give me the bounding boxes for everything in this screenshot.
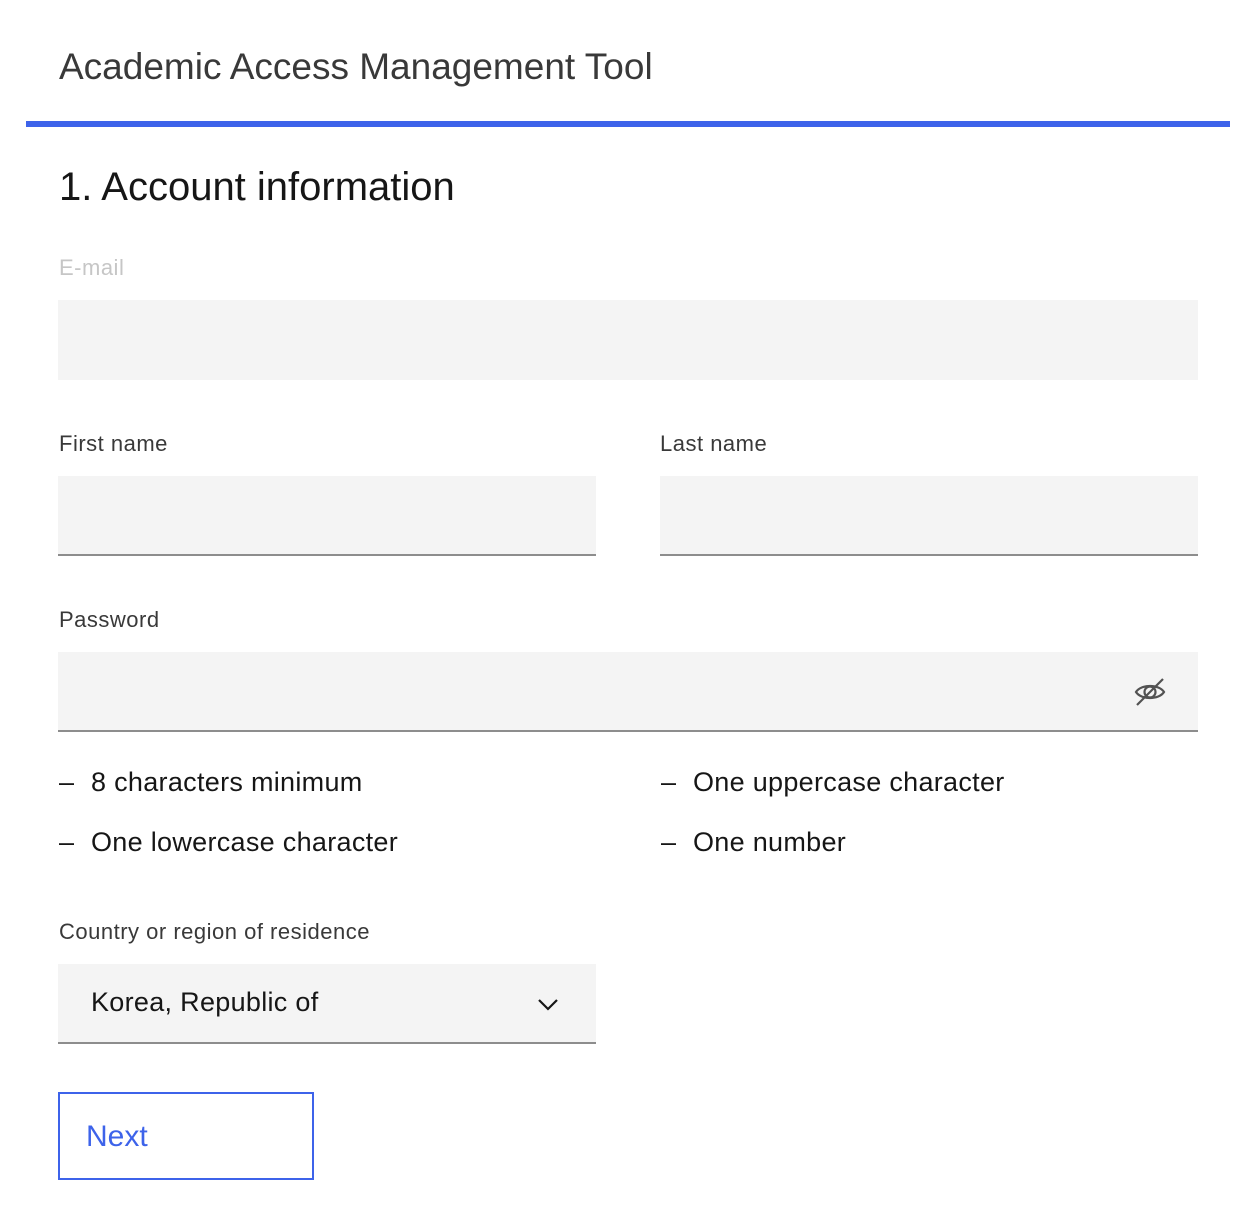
next-button-label: Next	[86, 1120, 148, 1153]
requirement-text: One number	[693, 827, 847, 857]
requirement-text: 8 characters minimum	[91, 767, 363, 797]
title-divider	[26, 121, 1230, 127]
app-title: Academic Access Management Tool	[59, 46, 653, 87]
requirement-dash: –	[59, 767, 75, 797]
password-input[interactable]	[58, 652, 1198, 730]
next-button[interactable]: Next	[58, 1092, 314, 1180]
eye-off-icon[interactable]	[1132, 674, 1168, 710]
requirement-dash: –	[661, 767, 677, 797]
country-label: Country or region of residence	[59, 919, 370, 944]
first-name-label: First name	[59, 431, 168, 456]
country-select-value: Korea, Republic of	[91, 987, 319, 1017]
first-name-input[interactable]	[58, 476, 596, 554]
chevron-down-icon	[536, 992, 560, 1016]
section-heading: 1. Account information	[59, 165, 455, 209]
last-name-field[interactable]	[660, 476, 1198, 556]
requirement-text: One uppercase character	[693, 767, 1005, 797]
password-field[interactable]	[58, 652, 1198, 732]
last-name-label: Last name	[660, 431, 768, 456]
email-field	[58, 300, 1198, 380]
last-name-input[interactable]	[660, 476, 1198, 554]
email-label: E-mail	[59, 255, 125, 280]
requirement-text: One lowercase character	[91, 827, 399, 857]
email-input	[58, 300, 1198, 380]
requirement-dash: –	[661, 827, 677, 857]
requirement-dash: –	[59, 827, 75, 857]
first-name-field[interactable]	[58, 476, 596, 556]
password-label: Password	[59, 607, 160, 632]
country-select[interactable]: Korea, Republic of	[58, 964, 596, 1044]
